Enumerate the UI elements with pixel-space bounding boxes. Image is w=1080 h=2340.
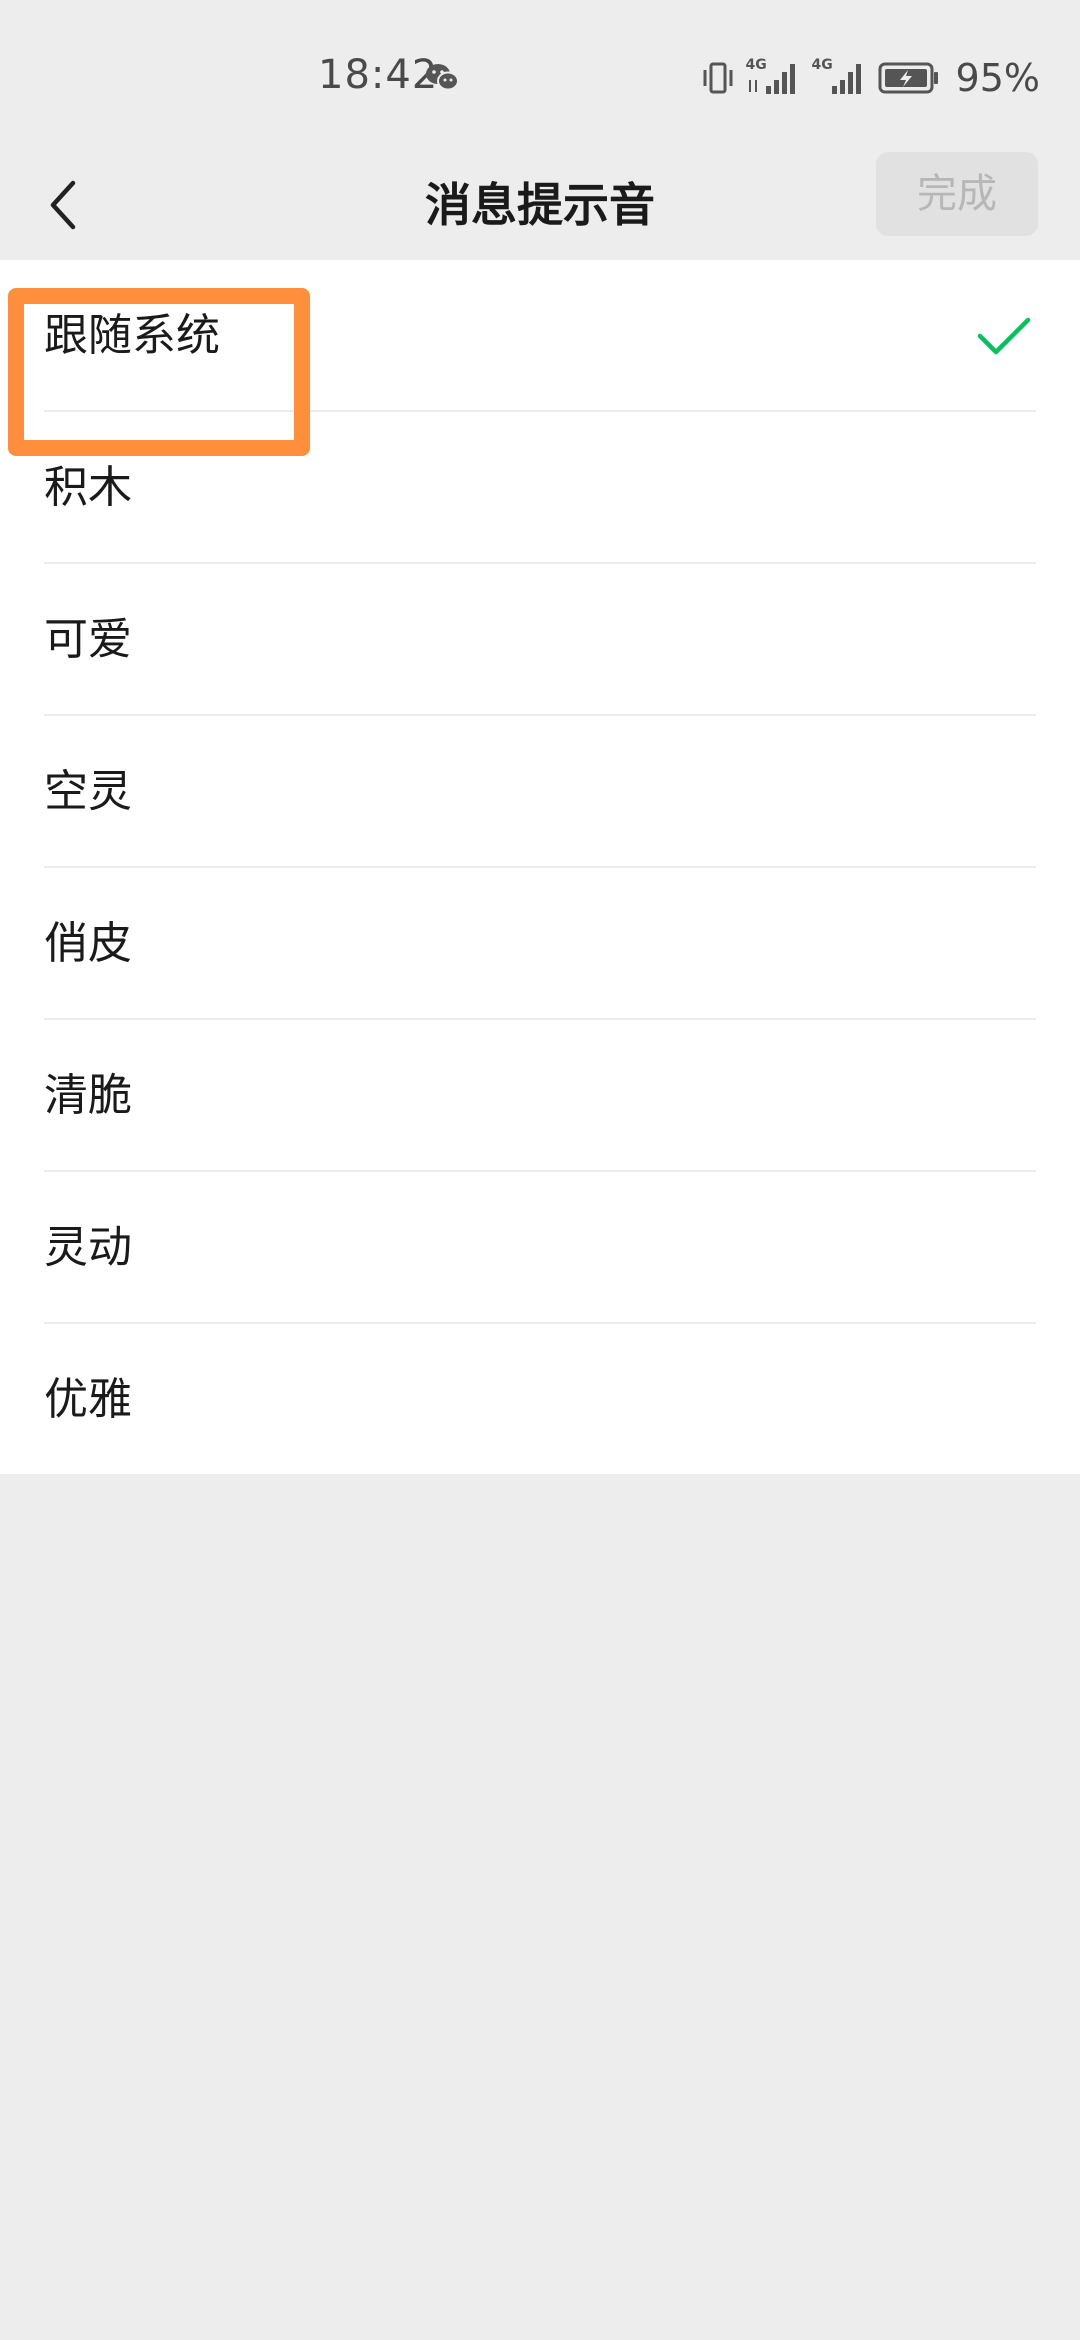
list-item-label: 清脆	[44, 1070, 132, 1121]
status-time: 18:42	[318, 52, 439, 98]
list-item-label: 跟随系统	[44, 310, 220, 361]
list-item-elegant[interactable]: 优雅	[0, 1324, 1080, 1476]
list-item-blocks[interactable]: 积木	[0, 412, 1080, 564]
list-item-label: 空灵	[44, 766, 132, 817]
list-item-playful[interactable]: 俏皮	[0, 868, 1080, 1020]
battery-percent: 95%	[955, 56, 1040, 100]
status-bar: 18:42 4G 4G 95%	[0, 0, 1080, 150]
signal-icon	[831, 64, 861, 94]
signal-icon	[748, 64, 795, 94]
list-item-label: 积木	[44, 462, 132, 513]
list-item-crisp[interactable]: 清脆	[0, 1020, 1080, 1172]
status-icons: 4G 4G 95%	[700, 56, 1040, 100]
done-button[interactable]: 完成	[876, 152, 1038, 236]
battery-charging-icon	[878, 62, 938, 94]
list-item-cute[interactable]: 可爱	[0, 564, 1080, 716]
signal-group-2: 4G	[812, 58, 868, 98]
sound-list: 跟随系统 积木 可爱 空灵 俏皮 清脆 灵动 优雅	[0, 260, 1080, 1474]
list-item-label: 俏皮	[44, 918, 132, 969]
list-item-lively[interactable]: 灵动	[0, 1172, 1080, 1324]
list-item-ethereal[interactable]: 空灵	[0, 716, 1080, 868]
checkmark-icon	[977, 317, 1031, 355]
list-item-label: 优雅	[44, 1374, 132, 1425]
screen: 18:42 4G 4G 95% 消息提示音 完成 跟随系统 积木 可爱 空灵 俏…	[0, 0, 1080, 2340]
vibrate-icon	[703, 62, 733, 94]
list-item-label: 灵动	[44, 1222, 132, 1273]
list-item-label: 可爱	[44, 614, 132, 665]
signal-group-1: 4G	[746, 58, 802, 98]
nav-bar: 消息提示音 完成	[0, 150, 1080, 260]
list-item-follow-system[interactable]: 跟随系统	[0, 260, 1080, 412]
wechat-icon	[426, 64, 459, 91]
